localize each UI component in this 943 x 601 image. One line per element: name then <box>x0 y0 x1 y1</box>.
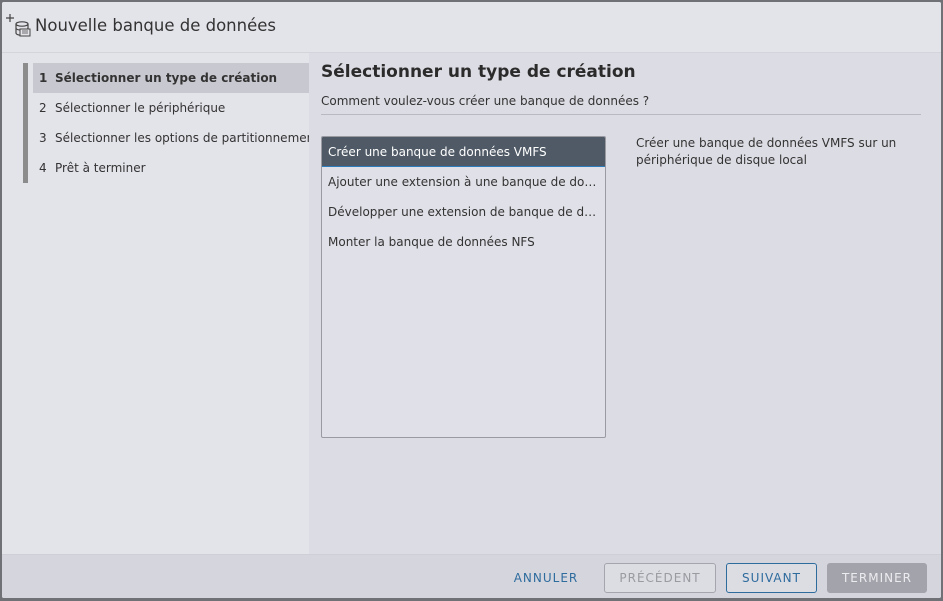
wizard-content: Sélectionner un type de création Comment… <box>309 53 941 554</box>
step-number: 1 <box>39 71 48 85</box>
step-select-device[interactable]: 2 Sélectionner le périphérique <box>33 93 309 123</box>
option-description: Créer une banque de données VMFS sur un … <box>636 136 897 167</box>
previous-button[interactable]: PRÉCÉDENT <box>604 563 716 593</box>
option-expand-extent[interactable]: Développer une extension de banque de do… <box>322 197 605 227</box>
page-question: Comment voulez-vous créer une banque de … <box>321 94 650 108</box>
page-title: Sélectionner un type de création <box>321 62 636 82</box>
option-add-extent[interactable]: Ajouter une extension à une banque de do… <box>322 167 605 197</box>
step-number: 4 <box>39 161 47 175</box>
next-button[interactable]: SUIVANT <box>726 563 817 593</box>
dialog-title: Nouvelle banque de données <box>35 16 276 35</box>
step-label: Sélectionner les options de partitionnem… <box>55 131 319 145</box>
step-number: 3 <box>39 131 47 145</box>
new-datastore-icon <box>6 14 31 37</box>
steps-progress-bar <box>23 63 28 183</box>
dialog-header: Nouvelle banque de données <box>2 2 941 53</box>
creation-type-list[interactable]: Créer une banque de données VMFS Ajouter… <box>321 136 606 438</box>
step-partition-options[interactable]: 3 Sélectionner les options de partitionn… <box>33 123 319 153</box>
step-select-creation-type[interactable]: 1 Sélectionner un type de création <box>33 63 309 93</box>
finish-button[interactable]: TERMINER <box>827 563 927 593</box>
wizard-steps: 1 Sélectionner un type de création 2 Sél… <box>2 53 319 554</box>
step-label: Sélectionner le périphérique <box>55 101 226 115</box>
new-datastore-dialog: Nouvelle banque de données 1 Sélectionne… <box>2 2 941 598</box>
step-label: Prêt à terminer <box>55 161 146 175</box>
divider <box>321 114 921 115</box>
cancel-button[interactable]: ANNULER <box>504 563 588 593</box>
option-create-vmfs[interactable]: Créer une banque de données VMFS <box>322 137 605 167</box>
dialog-footer: ANNULER PRÉCÉDENT SUIVANT TERMINER <box>2 554 941 598</box>
option-mount-nfs[interactable]: Monter la banque de données NFS <box>322 227 605 257</box>
step-label: Sélectionner un type de création <box>55 71 278 85</box>
step-number: 2 <box>39 101 47 115</box>
step-ready-to-finish[interactable]: 4 Prêt à terminer <box>33 153 309 183</box>
